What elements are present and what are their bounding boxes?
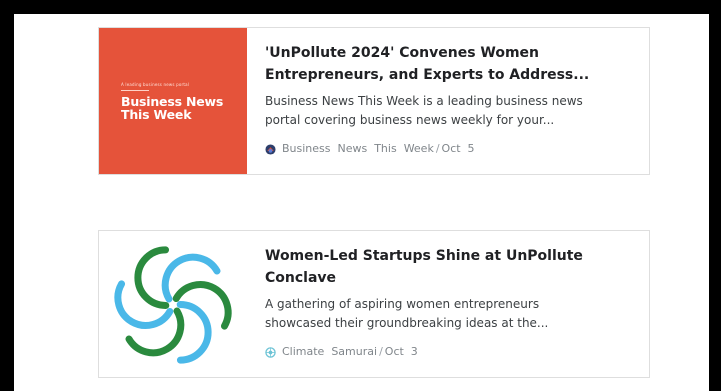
article-description: A gathering of aspiring women entreprene… [265, 295, 640, 333]
article-title-line: Women-Led Startups Shine at UnPollute [265, 248, 583, 264]
article-title-line: Entrepreneurs, and Experts to Address... [265, 67, 590, 83]
article-title-line: Conclave [265, 270, 337, 286]
thumbnail-divider [121, 90, 149, 91]
article-description-line: showcased their groundbreaking ideas at … [265, 316, 549, 330]
article-description: Business News This Week is a leading bus… [265, 92, 640, 130]
meta-separator: / [379, 345, 383, 358]
article-meta: Business News This Week / Oct 5 [265, 142, 640, 156]
climate-samurai-favicon-icon [265, 346, 276, 358]
climate-samurai-swirl-logo [114, 246, 232, 364]
article-date: Oct 5 [441, 142, 475, 155]
article-content: Women-Led Startups Shine at UnPollute Co… [265, 245, 640, 359]
article-title[interactable]: Women-Led Startups Shine at UnPollute Co… [265, 245, 640, 289]
article-thumbnail[interactable] [99, 231, 247, 377]
article-source[interactable]: Climate Samurai [282, 345, 377, 359]
meta-separator: / [435, 142, 440, 155]
article-description-line: portal covering business news weekly for… [265, 113, 555, 127]
article-source[interactable]: Business News This Week [282, 142, 434, 156]
news-card[interactable]: A leading business news portal Business … [98, 27, 650, 175]
article-date: Oct 3 [384, 345, 418, 358]
business-news-favicon-icon [265, 143, 276, 155]
article-content: 'UnPollute 2024' Convenes Women Entrepre… [265, 42, 640, 156]
article-meta: Climate Samurai / Oct 3 [265, 345, 640, 359]
article-thumbnail[interactable]: A leading business news portal Business … [99, 28, 247, 174]
article-description-line: A gathering of aspiring women entreprene… [265, 297, 540, 311]
article-title-line: 'UnPollute 2024' Convenes Women [265, 45, 540, 61]
thumbnail-brand-text: Business News This Week [121, 94, 224, 122]
article-title[interactable]: 'UnPollute 2024' Convenes Women Entrepre… [265, 42, 640, 86]
article-description-line: Business News This Week is a leading bus… [265, 94, 583, 108]
thumbnail-tagline: A leading business news portal [121, 82, 190, 87]
news-card[interactable]: Women-Led Startups Shine at UnPollute Co… [98, 230, 650, 378]
